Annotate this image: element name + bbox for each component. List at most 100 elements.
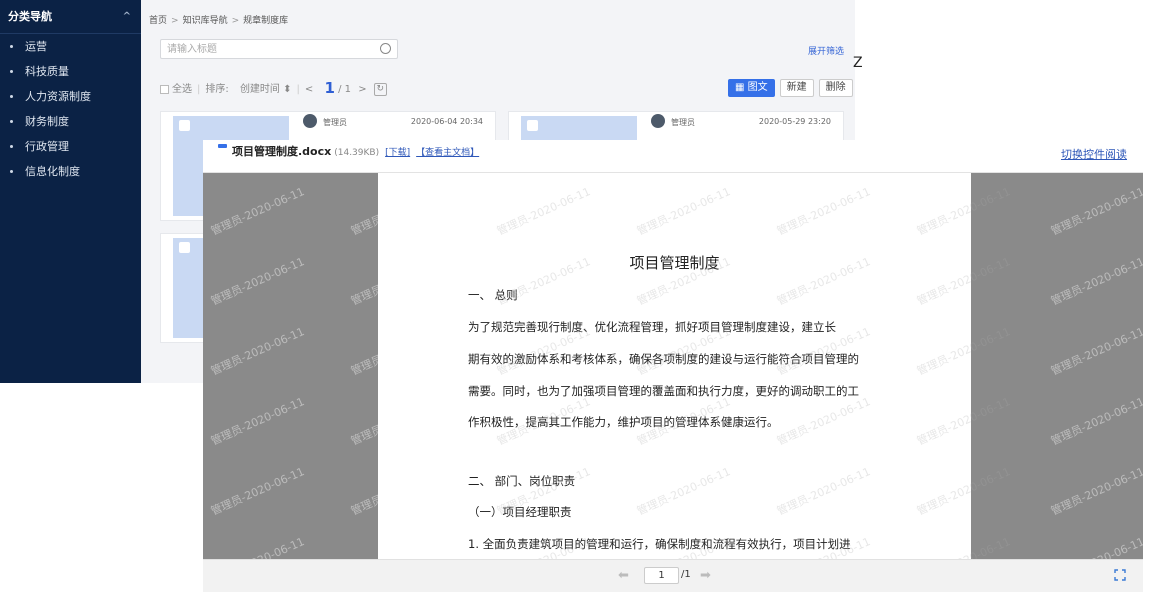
file-name: 项目管理制度.docx	[232, 145, 332, 158]
viewer-file-info: 项目管理制度.docx (14.39KB) [下载] 【查看主文档】	[232, 143, 479, 159]
card-date: 2020-05-29 23:20	[758, 117, 831, 126]
card-checkbox[interactable]	[179, 242, 190, 253]
next-page-icon[interactable]: >	[358, 84, 366, 95]
breadcrumb-current: 规章制度库	[243, 16, 289, 26]
card-author: 管理员	[671, 118, 695, 127]
chevron-up-icon[interactable]: ^	[123, 0, 131, 34]
sidebar-item-keji[interactable]: 科技质量	[0, 59, 141, 84]
card-date: 2020-06-04 20:34	[410, 117, 483, 126]
watermark-text: 管理员-2020-06-11	[774, 184, 873, 238]
refresh-icon[interactable]: ↻	[373, 82, 387, 96]
sidebar-item-yunying[interactable]: 运营	[0, 34, 141, 59]
doc-line: 需要。同时，也为了加强项目管理的覆盖面和执行力度，更好的调动职工的工	[468, 384, 859, 398]
watermark-text: 管理员-2020-06-11	[208, 184, 307, 238]
sidebar-item-label: 科技质量	[25, 65, 69, 78]
document-viewer: 项目管理制度.docx (14.39KB) [下载] 【查看主文档】 切换控件阅读 项…	[203, 140, 1143, 592]
watermark-text: 管理员-2020-06-11	[634, 184, 733, 238]
watermark-text: 管理员-2020-06-11	[1048, 184, 1143, 238]
search-input[interactable]	[161, 40, 361, 58]
prev-page-icon[interactable]: <	[305, 84, 313, 95]
sort-label: 排序:	[205, 84, 229, 95]
sidebar-item-label: 信息化制度	[25, 165, 80, 178]
search-box	[160, 39, 398, 59]
watermark-text: 管理员-2020-06-11	[914, 394, 1013, 448]
sidebar-header[interactable]: 分类导航 ^	[0, 0, 141, 34]
viewer-footer: ⬅ 1 /1 ➡	[203, 559, 1143, 592]
select-all-checkbox[interactable]	[160, 84, 169, 94]
card-author: 管理员	[323, 118, 347, 127]
watermark-text: 管理员-2020-06-11	[494, 184, 593, 238]
watermark-text: 管理员-2020-06-11	[208, 254, 307, 308]
card-checkbox[interactable]	[527, 120, 538, 131]
page-number-input[interactable]: 1	[644, 567, 679, 584]
new-button[interactable]: 新建	[779, 79, 814, 97]
action-buttons: ▦ 图文 新建 删除	[728, 79, 853, 97]
page-total: / 1	[338, 84, 352, 95]
avatar	[303, 114, 317, 128]
chevron-right-icon: >	[171, 16, 179, 26]
sidebar-item-caiwu[interactable]: 财务制度	[0, 109, 141, 134]
watermark-text: 管理员-2020-06-11	[1048, 464, 1143, 518]
breadcrumb-home[interactable]: 首页	[149, 16, 167, 26]
sort-toggle-icon: ⬍	[283, 84, 292, 95]
view-main-doc-link[interactable]: 【查看主文档】	[416, 148, 479, 158]
search-icon[interactable]	[380, 43, 391, 54]
viewer-header: 项目管理制度.docx (14.39KB) [下载] 【查看主文档】 切换控件阅读	[203, 140, 1143, 173]
document-icon	[218, 144, 227, 148]
doc-line: 一、 总则	[468, 288, 518, 302]
watermark-text: 管理员-2020-06-11	[1048, 394, 1143, 448]
sidebar-item-xingzheng[interactable]: 行政管理	[0, 134, 141, 159]
sidebar-item-label: 运营	[25, 40, 47, 53]
sidebar: 分类导航 ^ 运营 科技质量 人力资源制度 财务制度 行政管理 信息化制度	[0, 0, 141, 383]
page-current: 1	[324, 79, 335, 97]
fullscreen-icon[interactable]	[1114, 569, 1126, 581]
sidebar-item-label: 财务制度	[25, 115, 69, 128]
grid-icon: ▦	[735, 82, 745, 93]
delete-button[interactable]: 删除	[818, 79, 853, 97]
doc-line: 作积极性，提高其工作能力，维护项目的管理体系健康运行。	[468, 415, 779, 429]
file-size: (14.39KB)	[334, 148, 380, 158]
breadcrumb: 首页 > 知识库导航 > 规章制度库	[149, 13, 288, 26]
view-mode-label: 图文	[747, 82, 768, 93]
doc-line: 期有效的激励体系和考核体系，确保各项制度的建设与运行能符合项目管理的	[468, 352, 859, 366]
bullet-icon	[10, 69, 13, 73]
sidebar-item-renli[interactable]: 人力资源制度	[0, 84, 141, 109]
watermark-text: 管理员-2020-06-11	[1048, 533, 1143, 559]
card-checkbox[interactable]	[179, 120, 190, 131]
page-total-label: /1	[681, 569, 691, 580]
bullet-icon	[10, 169, 13, 173]
watermark-text: 管理员-2020-06-11	[914, 464, 1013, 518]
sidebar-item-label: 行政管理	[25, 140, 69, 153]
sidebar-title: 分类导航	[8, 10, 52, 23]
arrow-right-icon[interactable]: ➡	[700, 568, 711, 583]
watermark-text: 管理员-2020-06-11	[634, 464, 733, 518]
watermark-text: 管理员-2020-06-11	[208, 394, 307, 448]
select-all-label: 全选	[172, 84, 192, 95]
viewer-canvas[interactable]: 项目管理制度 一、 总则 为了规范完善现行制度、优化流程管理，抓好项目管理制度建…	[203, 173, 1143, 559]
doc-line: 为了规范完善现行制度、优化流程管理，抓好项目管理制度建设，建立长	[468, 320, 836, 334]
watermark-text: 管理员-2020-06-11	[1048, 254, 1143, 308]
bullet-icon	[10, 44, 13, 48]
view-mode-button[interactable]: ▦ 图文	[728, 79, 775, 97]
sort-field-select[interactable]: 创建时间 ⬍	[240, 84, 292, 95]
doc-line: 二、 部门、岗位职责	[468, 474, 576, 488]
watermark-text: 管理员-2020-06-11	[774, 464, 873, 518]
bullet-icon	[10, 144, 13, 148]
arrow-left-icon[interactable]: ⬅	[618, 568, 629, 583]
expand-filter-link[interactable]: 展开筛选	[808, 44, 844, 57]
switch-control-reader-link[interactable]: 切换控件阅读	[1061, 146, 1127, 162]
doc-line: 1. 全面负责建筑项目的管理和运行，确保制度和流程有效执行，项目计划进	[468, 537, 851, 551]
stray-text: Z	[853, 55, 863, 71]
sidebar-item-xinxihua[interactable]: 信息化制度	[0, 159, 141, 184]
watermark-text: 管理员-2020-06-11	[1048, 324, 1143, 378]
breadcrumb-kb-nav[interactable]: 知识库导航	[183, 16, 228, 26]
watermark-text: 管理员-2020-06-11	[914, 184, 1013, 238]
download-link[interactable]: [下载]	[385, 148, 410, 158]
bullet-icon	[10, 94, 13, 98]
sort-field-label: 创建时间	[239, 84, 280, 95]
watermark-text: 管理员-2020-06-11	[208, 533, 307, 559]
watermark-text: 管理员-2020-06-11	[914, 324, 1013, 378]
chevron-right-icon: >	[231, 16, 240, 26]
list-toolbar: 全选 | 排序: 创建时间 ⬍ | < 1 / 1 > ↻	[160, 80, 387, 96]
divider: |	[197, 84, 201, 95]
